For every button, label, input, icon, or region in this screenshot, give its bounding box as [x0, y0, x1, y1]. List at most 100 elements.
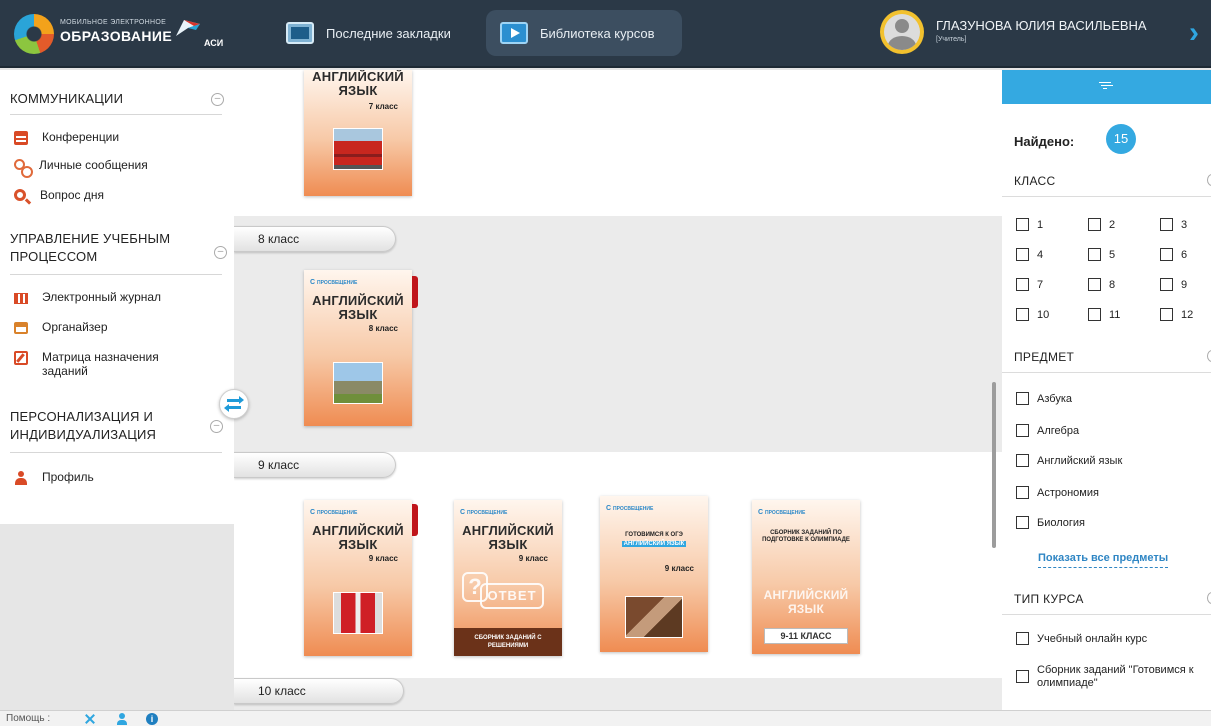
checkbox[interactable]: [1016, 392, 1029, 405]
checkbox-label: Учебный онлайн курс: [1037, 632, 1148, 645]
filter-toggle-button[interactable]: [1002, 70, 1211, 104]
collapse-circle-icon[interactable]: –: [210, 420, 223, 433]
grade-label-9[interactable]: 9 класс: [234, 452, 396, 478]
checkbox[interactable]: [1016, 308, 1029, 321]
checkbox[interactable]: [1160, 218, 1173, 231]
collapse-circle-icon[interactable]: [1207, 174, 1211, 186]
info-icon[interactable]: i: [146, 713, 158, 725]
subject-checkbox-algebra[interactable]: Алгебра: [1016, 424, 1079, 437]
course-type-checkbox-online[interactable]: Учебный онлайн курс: [1016, 632, 1147, 645]
book-card-english-9-answers[interactable]: ПРОСВЕЩЕНИЕ АНГЛИЙСКИЙ ЯЗЫК 9 класс ? ОТ…: [454, 500, 562, 656]
collapse-circle-icon[interactable]: –: [214, 246, 227, 259]
scrollbar[interactable]: [992, 382, 996, 548]
collapse-circle-icon[interactable]: [1207, 592, 1211, 604]
class-checkbox-3[interactable]: 3: [1160, 218, 1187, 231]
book-card-oge-english[interactable]: ПРОСВЕЩЕНИЕ ГОТОВИМСЯ К ОГЭ АНГЛИЙСКИЙ Я…: [600, 496, 708, 652]
stonehenge-image: [333, 362, 383, 404]
class-checkbox-11[interactable]: 11: [1088, 308, 1120, 321]
tools-icon[interactable]: [84, 713, 96, 725]
grade-label-10[interactable]: 10 класс: [234, 678, 404, 704]
tab-recent-bookmarks[interactable]: Последние закладки: [272, 10, 472, 56]
app-logo[interactable]: Мобильное электронное ОБРАЗОВАНИЕ АСИ: [14, 10, 226, 58]
checkbox[interactable]: [1016, 454, 1029, 467]
publisher-logo: ПРОСВЕЩЕНИЕ: [310, 509, 357, 516]
book-card-english-8[interactable]: ПРОСВЕЩЕНИЕ АНГЛИЙСКИЙ ЯЗЫК 8 класс: [304, 270, 412, 426]
user-name[interactable]: ГЛАЗУНОВА ЮЛИЯ ВАСИЛЬЕВНА: [936, 18, 1147, 33]
checkbox[interactable]: [1088, 218, 1101, 231]
sidebar-section-personalization[interactable]: ПЕРСОНАЛИЗАЦИЯ И ИНДИВИДУАЛИЗАЦИЯ: [10, 408, 200, 444]
checkbox[interactable]: [1016, 248, 1029, 261]
sidebar-toggle-button[interactable]: [219, 389, 249, 419]
checkbox[interactable]: [1088, 278, 1101, 291]
class-checkbox-12[interactable]: 12: [1160, 308, 1193, 321]
sidebar-item-messages[interactable]: Личные сообщения: [14, 158, 148, 178]
book-card-english-9[interactable]: ПРОСВЕЩЕНИЕ АНГЛИЙСКИЙ ЯЗЫК 9 класс: [304, 500, 412, 656]
sidebar-section-communications[interactable]: КОММУНИКАЦИИ –: [10, 90, 228, 108]
checkbox[interactable]: [1016, 632, 1029, 645]
subject-checkbox-azbuka[interactable]: Азбука: [1016, 392, 1072, 405]
class-checkbox-10[interactable]: 10: [1016, 308, 1049, 321]
collapse-circle-icon[interactable]: –: [211, 93, 224, 106]
sidebar-item-question-of-day[interactable]: Вопрос дня: [14, 188, 104, 202]
journal-icon: [14, 293, 28, 304]
checkbox[interactable]: [1016, 516, 1029, 529]
class-checkbox-8[interactable]: 8: [1088, 278, 1115, 291]
class-checkbox-9[interactable]: 9: [1160, 278, 1187, 291]
book-grade: 8 класс: [368, 324, 398, 333]
chevron-right-icon[interactable]: ›: [1189, 10, 1211, 60]
sidebar-item-assignment-matrix[interactable]: Матрица назначения заданий: [14, 350, 184, 378]
class-checkbox-5[interactable]: 5: [1088, 248, 1115, 261]
filter-heading-subject[interactable]: ПРЕДМЕТ: [1014, 350, 1074, 364]
collapse-circle-icon[interactable]: [1207, 350, 1211, 362]
publisher-logo: ПРОСВЕЩЕНИЕ: [606, 505, 653, 512]
checkbox[interactable]: [1160, 308, 1173, 321]
checkbox[interactable]: [1016, 486, 1029, 499]
avatar[interactable]: [880, 10, 924, 54]
sidebar-section-learning-management[interactable]: УПРАВЛЕНИЕ УЧЕБНЫМ ПРОЦЕССОМ: [10, 230, 200, 266]
sidebar-item-profile[interactable]: Профиль: [14, 470, 94, 485]
book-card-english-7[interactable]: АНГЛИЙСКИЙ ЯЗЫК 7 класс: [304, 70, 412, 196]
class-checkbox-6[interactable]: 6: [1160, 248, 1187, 261]
subject-checkbox-biology[interactable]: Биология: [1016, 516, 1085, 529]
filter-funnel-icon: [1099, 82, 1111, 89]
sidebar-item-conferences[interactable]: Конференции: [14, 130, 119, 145]
profile-icon: [14, 471, 28, 485]
book-grade: 9 класс: [664, 564, 694, 573]
checkbox[interactable]: [1088, 308, 1101, 321]
show-all-subjects-link[interactable]: Показать все предметы: [1038, 552, 1169, 568]
checkbox[interactable]: [1016, 278, 1029, 291]
checkbox[interactable]: [1160, 248, 1173, 261]
results-label: Найдено:: [1014, 134, 1075, 149]
checkbox-label: Азбука: [1037, 392, 1072, 405]
checkbox[interactable]: [1160, 278, 1173, 291]
class-checkbox-1[interactable]: 1: [1016, 218, 1043, 231]
subject-checkbox-english[interactable]: Английский язык: [1016, 454, 1122, 467]
checkbox-label: 1: [1037, 218, 1044, 231]
sidebar-item-label: Матрица назначения заданий: [42, 350, 159, 378]
sidebar-item-label: Личные сообщения: [39, 158, 148, 172]
sidebar-item-organizer[interactable]: Органайзер: [14, 320, 108, 334]
class-checkbox-4[interactable]: 4: [1016, 248, 1043, 261]
user-icon[interactable]: [116, 713, 128, 725]
checkbox[interactable]: [1016, 218, 1029, 231]
filter-heading-course-type[interactable]: ТИП КУРСА: [1014, 592, 1084, 606]
logo-emblem-icon: [14, 14, 54, 54]
sidebar-item-label: Электронный журнал: [42, 290, 162, 304]
user-silhouette-icon: [884, 14, 920, 50]
checkbox[interactable]: [1016, 670, 1029, 683]
user-role: [Учитель]: [936, 36, 967, 43]
course-library[interactable]: АНГЛИЙСКИЙ ЯЗЫК 7 класс 8 класс ПРОСВЕЩЕ…: [234, 70, 1002, 710]
class-checkbox-2[interactable]: 2: [1088, 218, 1115, 231]
subject-checkbox-astronomy[interactable]: Астрономия: [1016, 486, 1099, 499]
tab-course-library[interactable]: Библиотека курсов: [486, 10, 682, 56]
sidebar-item-e-journal[interactable]: Электронный журнал: [14, 290, 161, 304]
book-card-olympiad-english[interactable]: ПРОСВЕЩЕНИЕ СБОРНИК ЗАДАНИЙ ПО ПОДГОТОВК…: [752, 500, 860, 654]
logo-flag-icon: [176, 20, 200, 36]
checkbox[interactable]: [1016, 424, 1029, 437]
filter-heading-class[interactable]: КЛАСС: [1014, 174, 1055, 188]
grade-label-8[interactable]: 8 класс: [234, 226, 396, 252]
checkbox[interactable]: [1088, 248, 1101, 261]
swap-arrows-icon: [239, 396, 244, 404]
course-type-checkbox-olympiad[interactable]: Сборник заданий "Готовимся к олимпиаде": [1016, 664, 1211, 690]
class-checkbox-7[interactable]: 7: [1016, 278, 1043, 291]
